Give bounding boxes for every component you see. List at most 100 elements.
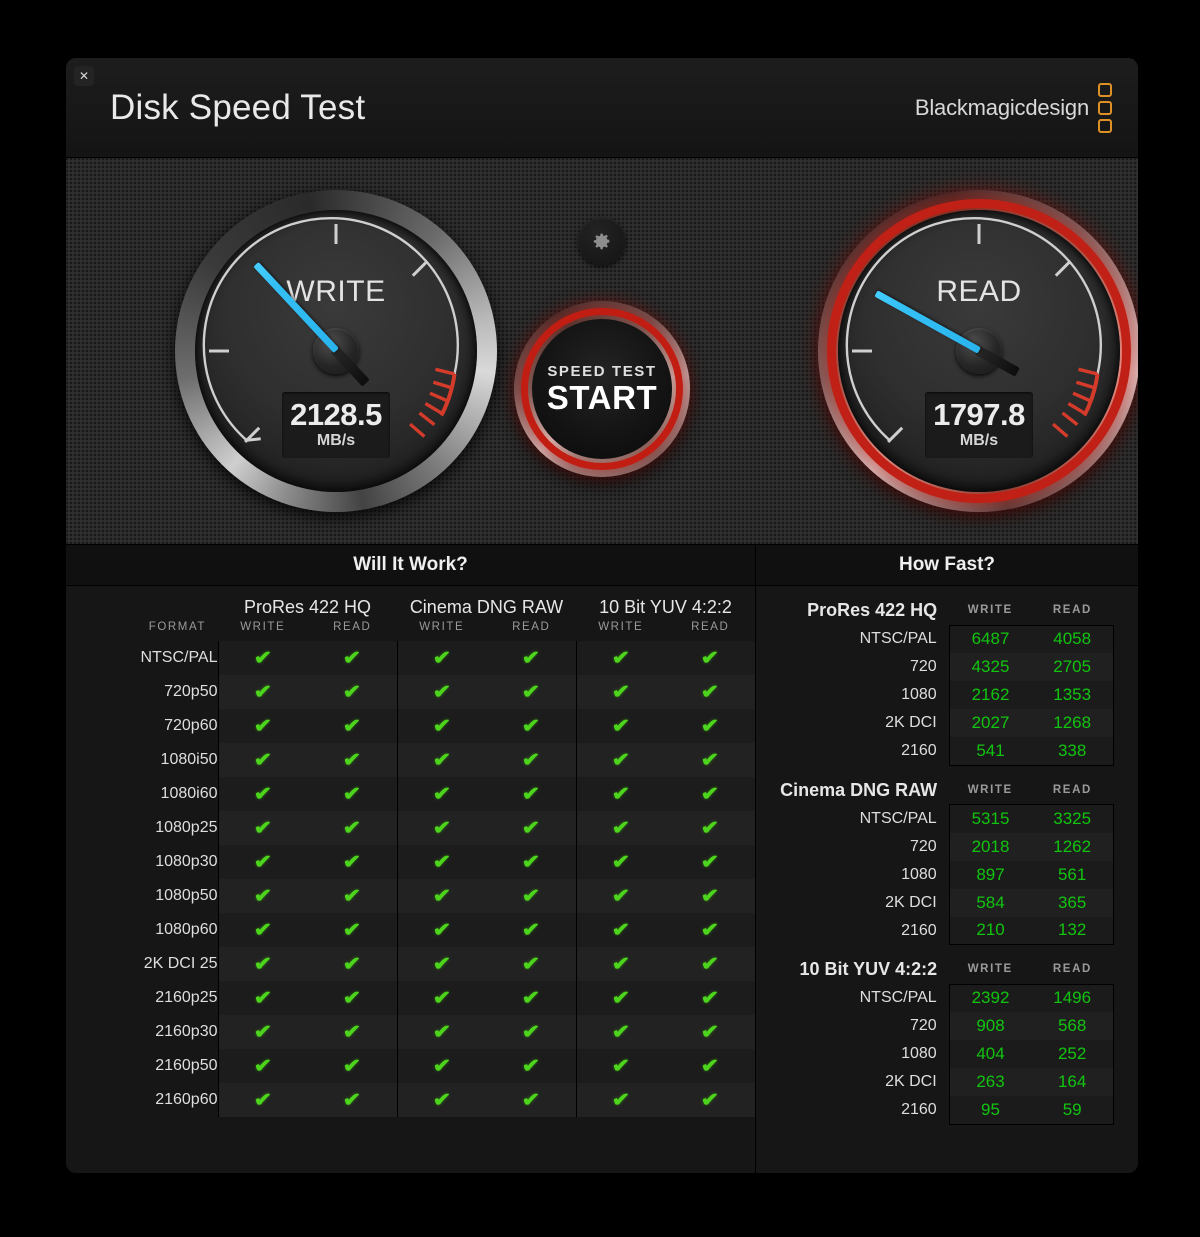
check-icon: ✔: [701, 681, 720, 703]
check-icon: ✔: [342, 885, 362, 907]
support-cell: ✔: [217, 675, 308, 709]
check-icon: ✔: [521, 817, 541, 839]
support-cell: ✔: [665, 947, 755, 981]
support-cell: ✔: [486, 811, 576, 845]
table-row: 1080i60 ✔ ✔ ✔ ✔ ✔ ✔: [66, 777, 755, 811]
close-button[interactable]: ✕: [74, 66, 94, 86]
support-cell: ✔: [575, 845, 666, 879]
table-row: 2K DCI 2027 1268: [768, 709, 1115, 737]
table-row: NTSC/PAL 6487 4058: [768, 624, 1115, 653]
check-icon: ✔: [611, 919, 631, 941]
write-speed-value: 2162: [948, 681, 1032, 709]
support-cell: ✔: [575, 913, 666, 947]
support-cell: ✔: [486, 947, 576, 981]
format-label: 2160p30: [66, 1015, 219, 1049]
read-value: 1797.8: [933, 396, 1025, 432]
check-icon: ✔: [253, 1021, 273, 1043]
start-button-label: START: [546, 378, 658, 416]
subheader-1-0: WRITE: [419, 621, 465, 633]
support-cell: ✔: [217, 879, 308, 913]
codec-header-0: ProRes 422 HQ: [243, 597, 372, 617]
support-cell: ✔: [575, 743, 666, 777]
will-it-work-panel: Will It Work? ProRes 422 HQ Cinema DNG RA…: [66, 545, 756, 1173]
how-fast-write-header: WRITE: [967, 604, 1013, 617]
support-cell: ✔: [575, 777, 666, 811]
read-speed-value: 2705: [1031, 653, 1115, 681]
read-unit: MB/s: [959, 432, 999, 450]
how-fast-group-name: 10 Bit YUV 4:2:2: [799, 959, 938, 979]
resolution-label: NTSC/PAL: [859, 809, 937, 827]
support-cell: ✔: [396, 913, 487, 947]
support-cell: ✔: [396, 743, 487, 777]
how-fast-group-0: ProRes 422 HQ WRITE READ NTSC/PAL 6487 4058 72…: [768, 588, 1115, 766]
check-icon: ✔: [342, 1021, 362, 1043]
check-icon: ✔: [342, 749, 362, 771]
support-cell: ✔: [307, 913, 397, 947]
support-cell: ✔: [486, 981, 576, 1015]
check-icon: ✔: [611, 647, 631, 669]
start-button-sublabel: SPEED TEST: [547, 362, 657, 380]
titlebar: Disk Speed Test Blackmagicdesign: [66, 58, 1138, 158]
how-fast-table-0: ProRes 422 HQ WRITE READ NTSC/PAL 6487 4058 72…: [768, 588, 1115, 766]
write-speed-value: 2027: [948, 709, 1032, 737]
support-cell: ✔: [665, 1015, 755, 1049]
how-fast-groups: ProRes 422 HQ WRITE READ NTSC/PAL 6487 4058 72…: [768, 588, 1115, 1125]
check-icon: ✔: [701, 715, 720, 737]
gauge-panel: WRITE 2128.5 MB/s SPEED TEST START READ …: [66, 158, 1138, 545]
how-fast-group-2: 10 Bit YUV 4:2:2 WRITE READ NTSC/PAL 2392 149…: [768, 947, 1115, 1125]
format-label: 1080p30: [66, 845, 219, 879]
check-icon: ✔: [611, 783, 631, 805]
check-icon: ✔: [253, 919, 273, 941]
resolution-label: 2160: [901, 742, 937, 759]
support-cell: ✔: [217, 811, 308, 845]
check-icon: ✔: [432, 919, 452, 941]
how-fast-table-2: 10 Bit YUV 4:2:2 WRITE READ NTSC/PAL 2392 149…: [768, 947, 1115, 1125]
settings-button[interactable]: [578, 217, 626, 265]
check-icon: ✔: [432, 681, 452, 703]
resolution-label: NTSC/PAL: [859, 989, 937, 1006]
check-icon: ✔: [611, 715, 631, 737]
write-speed-value: 263: [948, 1068, 1032, 1096]
check-icon: ✔: [521, 987, 541, 1009]
check-icon: ✔: [342, 1055, 362, 1077]
check-icon: ✔: [432, 1089, 452, 1111]
check-icon: ✔: [701, 885, 720, 907]
support-cell: ✔: [217, 743, 308, 777]
check-icon: ✔: [342, 715, 362, 737]
support-cell: ✔: [396, 981, 487, 1015]
write-speed-value: 2018: [948, 832, 1032, 861]
write-speed-value: 95: [948, 1096, 1032, 1125]
brand-logo: Blackmagicdesign: [915, 82, 1112, 133]
check-icon: ✔: [342, 987, 362, 1009]
support-cell: ✔: [575, 981, 666, 1015]
support-cell: ✔: [396, 1083, 487, 1117]
table-row: NTSC/PAL ✔ ✔ ✔ ✔ ✔ ✔: [66, 641, 755, 675]
check-icon: ✔: [253, 715, 273, 737]
will-it-work-title: Will It Work?: [66, 545, 755, 586]
support-cell: ✔: [575, 641, 666, 675]
check-icon: ✔: [521, 919, 541, 941]
support-cell: ✔: [575, 1015, 666, 1049]
format-label: 2K DCI 25: [66, 947, 219, 981]
check-icon: ✔: [701, 783, 720, 805]
write-speed-value: 6487: [948, 624, 1032, 653]
table-row: 2160p50 ✔ ✔ ✔ ✔ ✔ ✔: [66, 1049, 755, 1083]
support-cell: ✔: [486, 913, 576, 947]
table-row: 720 908 568: [768, 1012, 1115, 1040]
check-icon: ✔: [611, 749, 631, 771]
check-icon: ✔: [521, 1021, 541, 1043]
table-row: 2160 95 59: [768, 1096, 1115, 1125]
support-cell: ✔: [665, 811, 755, 845]
support-cell: ✔: [217, 913, 308, 947]
check-icon: ✔: [342, 851, 362, 873]
speed-test-start-button[interactable]: SPEED TEST START: [514, 301, 690, 477]
subheader-2-1: READ: [691, 621, 730, 633]
check-icon: ✔: [432, 987, 452, 1009]
how-fast-title: How Fast?: [756, 545, 1138, 586]
check-icon: ✔: [701, 987, 720, 1009]
support-cell: ✔: [486, 675, 576, 709]
how-fast-header-1: Cinema DNG RAW WRITE READ: [768, 768, 1114, 805]
check-icon: ✔: [432, 783, 452, 805]
check-icon: ✔: [432, 851, 452, 873]
support-cell: ✔: [665, 1083, 755, 1117]
